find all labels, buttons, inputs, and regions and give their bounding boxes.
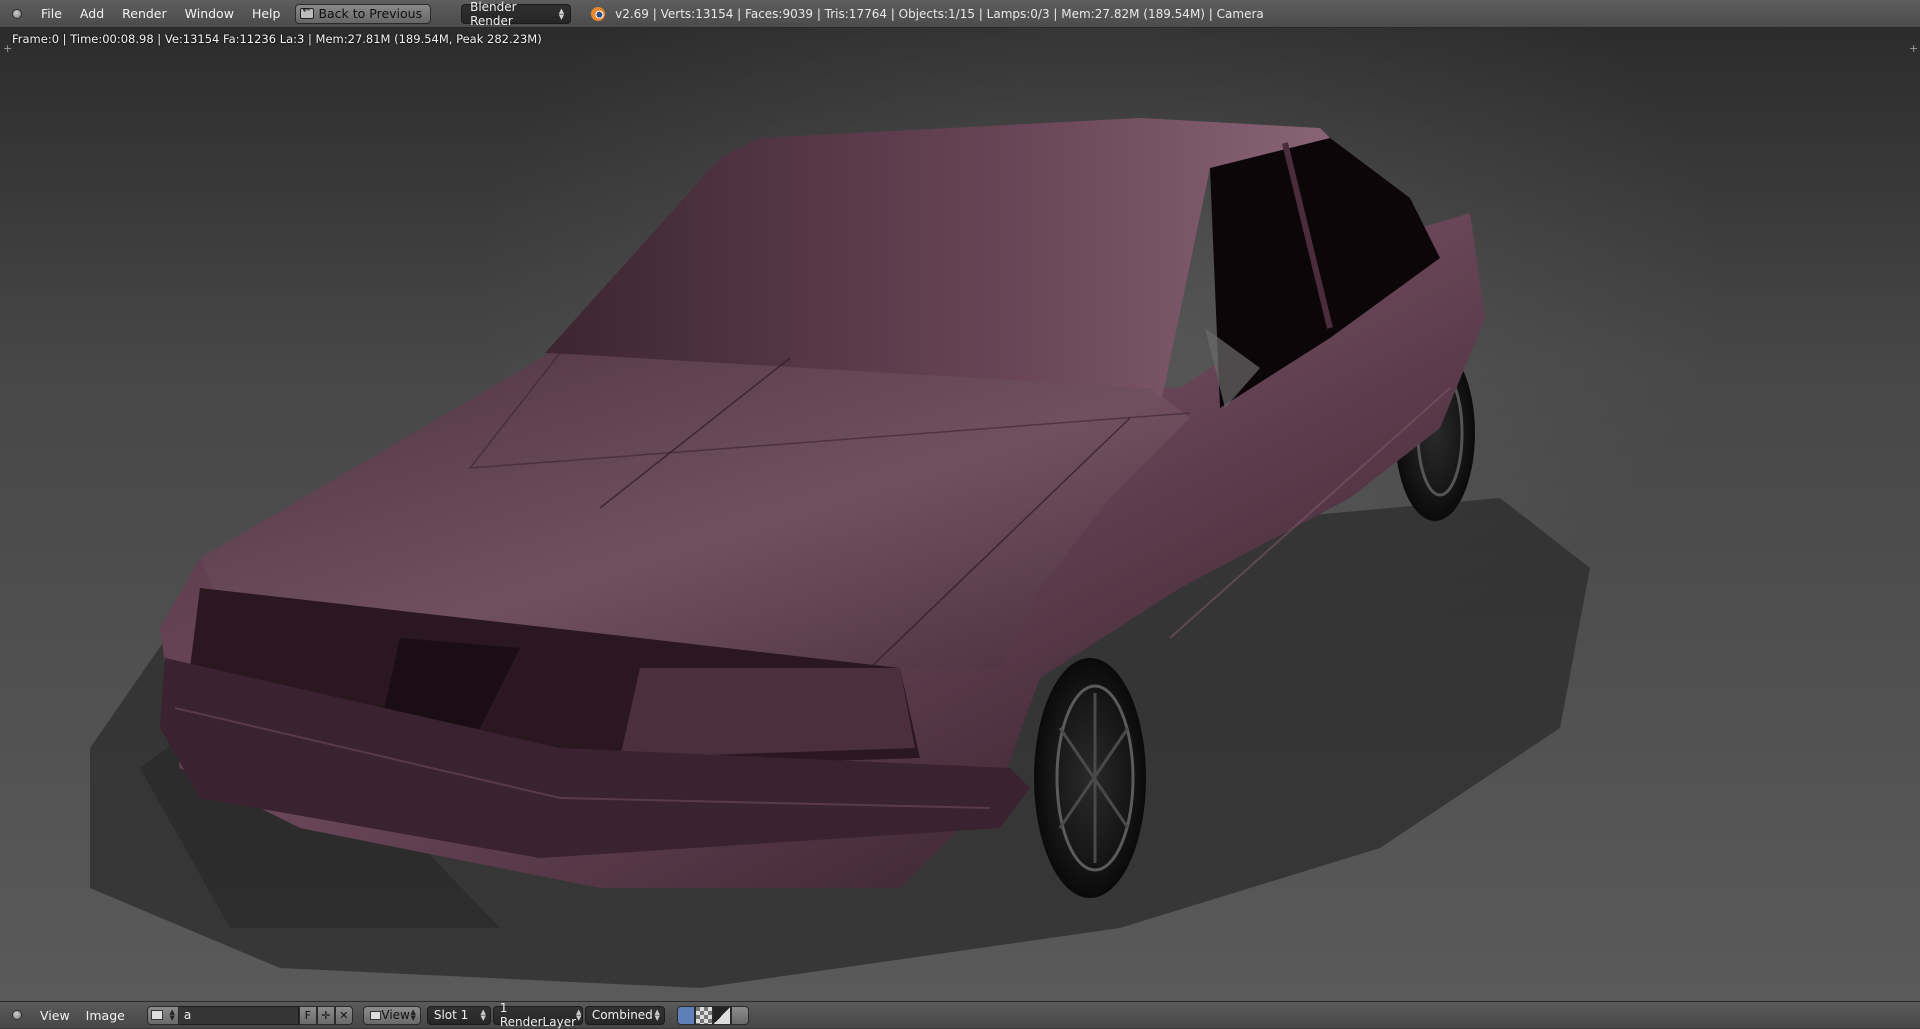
image-icon	[369, 1010, 381, 1020]
render-pass-select[interactable]: Combined ▲ ▼	[584, 1005, 665, 1025]
updown-arrows-icon: ▲ ▼	[654, 1008, 660, 1022]
menu-help[interactable]: Help	[243, 6, 290, 21]
draw-rgb-alpha-icon[interactable]	[676, 1005, 695, 1025]
updown-arrows-icon: ▲ ▼	[576, 1008, 582, 1022]
blender-logo-icon	[591, 6, 606, 21]
render-pass-value: Combined	[591, 1008, 653, 1022]
render-engine-select[interactable]: Blender Render ▲ ▼	[461, 0, 572, 28]
info-header: File Add Render Window Help Back to Prev…	[0, 0, 1920, 28]
image-name-field[interactable]: a	[178, 1005, 299, 1025]
menu-file[interactable]: File	[32, 6, 71, 21]
draw-rgb-icon[interactable]	[694, 1005, 713, 1025]
view-select[interactable]: View ▲ ▼	[362, 1005, 421, 1025]
menu-window[interactable]: Window	[176, 6, 243, 21]
fake-user-button[interactable]: F	[298, 1005, 317, 1025]
updown-arrows-icon: ▲ ▼	[480, 1008, 486, 1022]
new-image-plus-icon[interactable]: ✛	[316, 1005, 335, 1025]
menu-render[interactable]: Render	[113, 6, 176, 21]
render-layer-value: 1 RenderLayer	[499, 1001, 577, 1029]
draw-zbuffer-icon[interactable]	[730, 1005, 749, 1025]
back-to-previous-button[interactable]: Back to Previous	[295, 3, 432, 24]
updown-arrows-icon: ▲ ▼	[558, 6, 565, 21]
unlink-image-x-icon[interactable]: ✕	[334, 1005, 353, 1025]
slot-select[interactable]: Slot 1 ▲ ▼	[426, 1005, 491, 1025]
image-editor-header: View Image ▲ ▼ a F ✛ ✕ View ▲ ▼ Slot 1 ▲ ▼ …	[0, 1001, 1920, 1029]
updown-arrows-icon: ▲ ▼	[169, 1008, 175, 1022]
render-layer-select[interactable]: 1 RenderLayer ▲ ▼	[492, 1001, 583, 1029]
view-select-value: View	[381, 1008, 410, 1022]
render-info-text: Frame:0 | Time:00:08.98 | Ve:13154 Fa:11…	[12, 32, 542, 46]
corner-plus-icon[interactable]: +	[1909, 42, 1918, 55]
scene-stats: v2.69 | Verts:13154 | Faces:9039 | Tris:…	[615, 6, 1264, 21]
updown-arrows-icon: ▲ ▼	[410, 1008, 416, 1022]
corner-plus-icon[interactable]: +	[3, 42, 12, 55]
browse-image-button[interactable]: ▲ ▼	[146, 1005, 179, 1025]
slot-select-value: Slot 1	[433, 1008, 469, 1022]
menu-image[interactable]: Image	[78, 1008, 133, 1023]
back-arrow-icon	[300, 5, 315, 19]
render-result-image	[90, 118, 1590, 988]
editor-type-icon[interactable]	[12, 1010, 22, 1020]
image-icon	[150, 1010, 163, 1020]
render-viewport[interactable]: Frame:0 | Time:00:08.98 | Ve:13154 Fa:11…	[0, 28, 1920, 1001]
render-engine-value: Blender Render	[470, 0, 517, 28]
menu-view[interactable]: View	[32, 1008, 78, 1023]
area-toggle-icon[interactable]	[12, 8, 22, 19]
draw-alpha-icon[interactable]	[712, 1005, 731, 1025]
menu-add[interactable]: Add	[71, 6, 113, 21]
back-to-previous-label: Back to Previous	[318, 6, 423, 21]
